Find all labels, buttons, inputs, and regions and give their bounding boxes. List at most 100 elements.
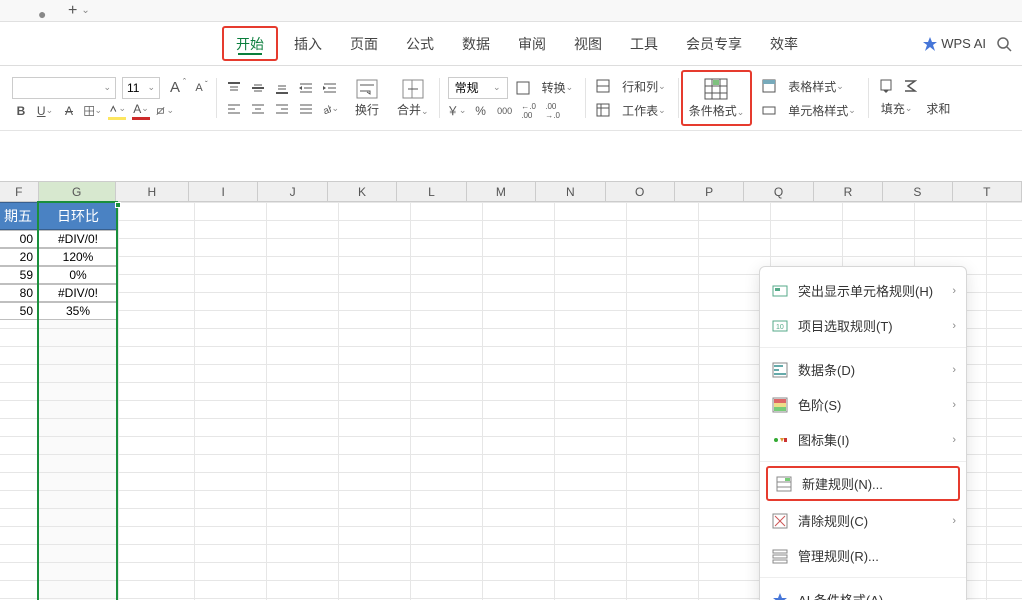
tab-efficiency[interactable]: 效率	[756, 22, 812, 65]
column-header[interactable]: F	[0, 182, 39, 201]
align-middle-icon[interactable]	[249, 79, 267, 97]
column-header[interactable]: L	[397, 182, 466, 201]
convert-button[interactable]: 转换⌄	[538, 77, 578, 98]
table-header-cell[interactable]: 期五	[0, 202, 38, 230]
menu-item[interactable]: 图标集(I)›	[760, 422, 966, 457]
tab-tools[interactable]: 工具	[616, 22, 672, 65]
chevron-down-icon[interactable]: ⌄	[81, 5, 89, 16]
align-top-icon[interactable]	[225, 79, 243, 97]
menu-separator	[760, 461, 966, 462]
menu-item-label: 突出显示单元格规则(H)	[798, 281, 933, 300]
column-header[interactable]: R	[814, 182, 883, 201]
decrease-decimal-icon[interactable]: .00→.0	[544, 102, 562, 120]
close-icon[interactable]: ●	[38, 6, 48, 16]
indent-increase-icon[interactable]	[321, 79, 339, 97]
column-header[interactable]: S	[883, 182, 952, 201]
table-header-cell[interactable]: 日环比	[38, 202, 118, 230]
fill-button[interactable]: 填充⌄	[877, 98, 917, 119]
underline-icon[interactable]: U⌄	[36, 102, 54, 120]
thousands-icon[interactable]: 000	[496, 102, 514, 120]
column-header[interactable]: J	[258, 182, 327, 201]
percent-icon[interactable]: %	[472, 102, 490, 120]
font-color-icon[interactable]: A⌄	[132, 102, 150, 120]
decrease-font-icon[interactable]: Aˇ	[190, 79, 208, 97]
menu-item[interactable]: 色阶(S)›	[760, 387, 966, 422]
wps-ai-button[interactable]: WPS AI	[923, 36, 986, 51]
column-header[interactable]: T	[953, 182, 1022, 201]
table-cell[interactable]: 59	[0, 266, 38, 284]
tab-page[interactable]: 页面	[336, 22, 392, 65]
menu-item-label: 新建规则(N)...	[802, 474, 883, 493]
align-right-icon[interactable]	[273, 100, 291, 118]
number-format-select[interactable]: 常规⌄	[448, 77, 508, 99]
menu-separator	[760, 347, 966, 348]
borders-icon[interactable]: ⌄	[84, 102, 102, 120]
tab-view[interactable]: 视图	[560, 22, 616, 65]
font-name-select[interactable]: ⌄	[12, 77, 116, 99]
tab-formula[interactable]: 公式	[392, 22, 448, 65]
convert-icon[interactable]	[514, 79, 532, 97]
font-size-select[interactable]: 11⌄	[122, 77, 160, 99]
table-cell[interactable]: 0%	[38, 266, 118, 284]
fill-down-icon	[877, 77, 895, 95]
column-header[interactable]: Q	[744, 182, 813, 201]
table-cell[interactable]: 35%	[38, 302, 118, 320]
chevron-right-icon: ›	[952, 515, 956, 527]
align-left-icon[interactable]	[225, 100, 243, 118]
cell-style-button[interactable]: 单元格样式⌄	[784, 100, 860, 121]
rowcol-button[interactable]: 行和列⌄	[618, 76, 670, 97]
column-header[interactable]: G	[39, 182, 116, 201]
menu-item[interactable]: 清除规则(C)›	[760, 503, 966, 538]
align-center-icon[interactable]	[249, 100, 267, 118]
merge-cells-button[interactable]: 合并⌄	[389, 70, 437, 126]
table-style-button[interactable]: 表格样式⌄	[784, 76, 848, 97]
tab-member[interactable]: 会员专享	[672, 22, 756, 65]
worksheet-button[interactable]: 工作表⌄	[618, 100, 670, 121]
column-header[interactable]: H	[116, 182, 189, 201]
column-header[interactable]: P	[675, 182, 744, 201]
align-justify-icon[interactable]	[297, 100, 315, 118]
table-cell[interactable]: 80	[0, 284, 38, 302]
clear-format-icon[interactable]: ⌄	[156, 102, 174, 120]
tab-start[interactable]: 开始	[222, 26, 278, 61]
increase-decimal-icon[interactable]: ←.0.00	[520, 102, 538, 120]
table-cell[interactable]: #DIV/0!	[38, 230, 118, 248]
menu-item[interactable]: 管理规则(R)...	[760, 538, 966, 573]
orientation-icon[interactable]: ab⌄	[321, 100, 339, 118]
wrap-text-button[interactable]: 换行	[347, 70, 387, 126]
menu-item[interactable]: 数据条(D)›	[760, 352, 966, 387]
menu-item[interactable]: AI 条件格式(A)...	[760, 582, 966, 600]
menu-item[interactable]: 新建规则(N)...	[766, 466, 960, 501]
spreadsheet-grid[interactable]: FGHIJKLMNOPQRST 期五日环比00#DIV/0!20120%590%…	[0, 131, 1022, 600]
column-header[interactable]: N	[536, 182, 605, 201]
table-cell[interactable]: 20	[0, 248, 38, 266]
tab-review[interactable]: 审阅	[504, 22, 560, 65]
menu-item[interactable]: 10项目选取规则(T)›	[760, 308, 966, 343]
table-cell[interactable]: 120%	[38, 248, 118, 266]
tab-insert[interactable]: 插入	[280, 22, 336, 65]
number-format-label: 常规	[455, 79, 479, 96]
new-tab-button[interactable]: +	[68, 2, 77, 20]
align-bottom-icon[interactable]	[273, 79, 291, 97]
menu-item[interactable]: 突出显示单元格规则(H)›	[760, 273, 966, 308]
table-cell[interactable]: #DIV/0!	[38, 284, 118, 302]
increase-font-icon[interactable]: Aˆ	[166, 79, 184, 97]
column-header[interactable]: O	[606, 182, 675, 201]
fill-color-icon[interactable]: ⌄	[108, 102, 126, 120]
tab-data[interactable]: 数据	[448, 22, 504, 65]
table-cell[interactable]: 00	[0, 230, 38, 248]
indent-decrease-icon[interactable]	[297, 79, 315, 97]
strikethrough-icon[interactable]: A	[60, 102, 78, 120]
conditional-format-button[interactable]: 条件格式⌄	[681, 70, 753, 126]
selection-handle[interactable]	[115, 202, 121, 208]
sum-button[interactable]: 求和	[922, 98, 954, 119]
cell-style-icon	[760, 101, 778, 119]
column-header[interactable]: M	[467, 182, 536, 201]
column-header[interactable]: K	[328, 182, 397, 201]
table-cell[interactable]: 50	[0, 302, 38, 320]
merge-label: 合并⌄	[397, 101, 429, 118]
currency-icon[interactable]: ￥⌄	[448, 102, 466, 120]
search-icon[interactable]	[996, 36, 1012, 52]
column-header[interactable]: I	[189, 182, 258, 201]
bold-icon[interactable]: B	[12, 102, 30, 120]
